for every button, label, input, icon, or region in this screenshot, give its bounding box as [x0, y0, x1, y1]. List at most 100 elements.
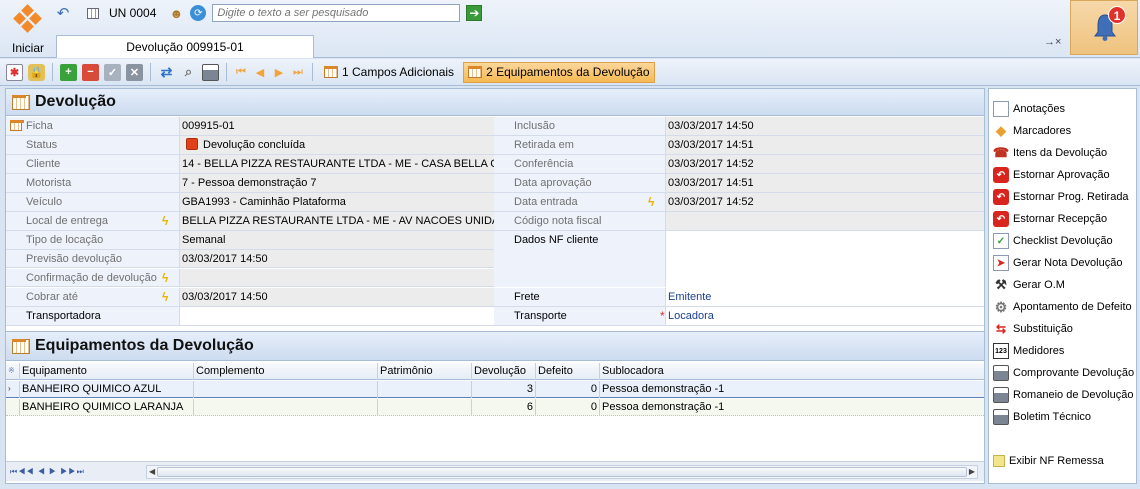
- field-data-entrada[interactable]: 03/03/2017 14:52: [666, 193, 984, 211]
- lock-icon[interactable]: 🔒: [28, 63, 45, 81]
- cell-sublocadora[interactable]: Pessoa demonstração -1: [600, 381, 984, 398]
- field-motorista[interactable]: 7 - Pessoa demonstração 7: [180, 174, 494, 192]
- preview-icon[interactable]: ⌕: [180, 64, 197, 81]
- cell-complemento[interactable]: [194, 381, 378, 398]
- side-item-exibir-nf-remessa[interactable]: Exibir NF Remessa: [993, 451, 1104, 471]
- field-previsao-devolucao[interactable]: 03/03/2017 14:50: [180, 250, 494, 268]
- lightning-icon[interactable]: ϟ: [162, 271, 172, 285]
- table-row[interactable]: BANHEIRO QUIMICO LARANJA 6 0 Pessoa demo…: [6, 399, 984, 416]
- side-item-anotacoes[interactable]: Anotações: [993, 99, 1065, 119]
- side-item-estornar-prog-retirada[interactable]: ↶ Estornar Prog. Retirada: [993, 187, 1129, 207]
- cell-equipamento[interactable]: BANHEIRO QUIMICO AZUL: [20, 381, 194, 398]
- first-record-icon[interactable]: ⏮: [234, 65, 248, 79]
- side-item-itens-devolucao[interactable]: ☎ Itens da Devolução: [993, 143, 1107, 163]
- add-icon[interactable]: +: [60, 63, 77, 81]
- field-retirada[interactable]: 03/03/2017 14:51: [666, 136, 984, 154]
- field-ficha[interactable]: 009915-01: [180, 117, 494, 135]
- field-label-data-aprovacao: Data aprovação: [494, 174, 666, 192]
- tab-equipamentos-devolucao[interactable]: 2 Equipamentos da Devolução: [463, 61, 655, 83]
- side-item-estornar-recepcao[interactable]: ↶ Estornar Recepção: [993, 209, 1107, 229]
- unit-label[interactable]: UN 0004: [109, 6, 156, 20]
- side-item-substituicao[interactable]: ⇆ Substituição: [993, 319, 1073, 339]
- side-item-marcadores[interactable]: ◆ Marcadores: [993, 121, 1071, 141]
- side-item-gerar-nota-devolucao[interactable]: ➤ Gerar Nota Devolução: [993, 253, 1122, 273]
- remove-icon[interactable]: −: [82, 63, 99, 81]
- field-conferencia[interactable]: 03/03/2017 14:52: [666, 155, 984, 173]
- grid-navigator[interactable]: ⏮◀◀ ◀ ▶ ▶▶⏭: [6, 467, 146, 477]
- search-go-button[interactable]: ➔: [466, 5, 483, 21]
- field-status[interactable]: Devolução concluída: [180, 136, 494, 154]
- field-confirmacao-devolucao[interactable]: [180, 269, 494, 287]
- field-label-tipo-locacao: Tipo de locação: [6, 231, 180, 249]
- cell-devolucao[interactable]: 6: [472, 399, 536, 416]
- grid-icon: [10, 120, 24, 131]
- field-transportadora[interactable]: [180, 307, 494, 325]
- side-item-comprovante-devolucao[interactable]: Comprovante Devolução: [993, 363, 1134, 383]
- last-record-icon[interactable]: ⏭: [291, 65, 305, 79]
- form-row: Local de entrega ϟ BELLA PIZZA RESTAURAN…: [6, 212, 984, 231]
- notes-icon: [993, 101, 1009, 117]
- scroll-right-icon[interactable]: ▶: [969, 466, 975, 478]
- toolbar-divider: [150, 63, 151, 81]
- grid-icon: [324, 66, 338, 78]
- tab-campos-adicionais[interactable]: 1 Campos Adicionais: [320, 62, 458, 83]
- next-record-icon[interactable]: ▶: [272, 65, 286, 79]
- table-row[interactable]: › BANHEIRO QUIMICO AZUL 3 0 Pessoa demon…: [6, 381, 984, 398]
- tab-close-icon[interactable]: →×: [1044, 36, 1061, 48]
- field-transporte[interactable]: Locadora: [666, 307, 984, 325]
- side-item-gerar-om[interactable]: ⚒ Gerar O.M: [993, 275, 1065, 295]
- side-item-checklist-devolucao[interactable]: ✓ Checklist Devolução: [993, 231, 1113, 251]
- column-header-complemento[interactable]: Complemento: [194, 363, 378, 380]
- column-header-defeito[interactable]: Defeito: [536, 363, 600, 380]
- cell-devolucao[interactable]: 3: [472, 381, 536, 398]
- confirm-icon[interactable]: ✓: [104, 63, 121, 81]
- column-header-sublocadora[interactable]: Sublocadora: [600, 363, 984, 380]
- grid-icon[interactable]: [85, 5, 101, 21]
- column-header-patrimonio[interactable]: Patrimônio: [378, 363, 472, 380]
- field-data-aprovacao[interactable]: 03/03/2017 14:51: [666, 174, 984, 192]
- field-cliente[interactable]: 14 - BELLA PIZZA RESTAURANTE LTDA - ME -…: [180, 155, 494, 173]
- lightning-icon[interactable]: ϟ: [648, 195, 658, 209]
- tab-equipamentos-label: 2 Equipamentos da Devolução: [486, 65, 650, 79]
- lightning-icon[interactable]: ϟ: [162, 214, 172, 228]
- users-icon[interactable]: ☻: [168, 5, 184, 21]
- horizontal-scrollbar[interactable]: ◀ ▶: [146, 464, 978, 479]
- side-item-romaneio-devolucao[interactable]: Romaneio de Devolução: [993, 385, 1133, 405]
- field-tipo-locacao[interactable]: Semanal: [180, 231, 494, 249]
- cell-equipamento[interactable]: BANHEIRO QUIMICO LARANJA: [20, 399, 194, 416]
- column-header-devolucao[interactable]: Devolução: [472, 363, 536, 380]
- start-button[interactable]: Iniciar: [6, 4, 50, 56]
- field-veiculo[interactable]: GBA1993 - Caminhão Plataforma: [180, 193, 494, 211]
- printer-icon: [993, 409, 1009, 425]
- cell-defeito[interactable]: 0: [536, 381, 600, 398]
- refresh-circle-icon[interactable]: ⟳: [190, 5, 207, 21]
- side-item-apontamento-defeito[interactable]: ⚙ Apontamento de Defeito: [993, 297, 1132, 317]
- refresh-icon[interactable]: ⇄: [158, 64, 175, 81]
- field-codigo-nf[interactable]: [666, 212, 984, 230]
- field-cobrar-ate[interactable]: 03/03/2017 14:50: [180, 288, 494, 306]
- new-record-icon[interactable]: ✱: [6, 63, 23, 81]
- prev-record-icon[interactable]: ◀: [253, 65, 267, 79]
- scroll-thumb[interactable]: [157, 466, 967, 477]
- search-input[interactable]: [212, 4, 461, 22]
- side-item-estornar-aprovacao[interactable]: ↶ Estornar Aprovação: [993, 165, 1110, 185]
- field-frete[interactable]: Emitente: [666, 288, 984, 306]
- undo-icon[interactable]: ↶: [55, 5, 71, 22]
- notifications-button[interactable]: 1: [1070, 0, 1138, 55]
- cell-defeito[interactable]: 0: [536, 399, 600, 416]
- cancel-icon[interactable]: ✕: [126, 63, 143, 81]
- cell-complemento[interactable]: [194, 399, 378, 416]
- invoice-icon: ➤: [993, 255, 1009, 271]
- cell-patrimonio[interactable]: [378, 399, 472, 416]
- scroll-left-icon[interactable]: ◀: [149, 466, 155, 478]
- lightning-icon[interactable]: ϟ: [162, 290, 172, 304]
- cell-sublocadora[interactable]: Pessoa demonstração -1: [600, 399, 984, 416]
- field-local-entrega[interactable]: BELLA PIZZA RESTAURANTE LTDA - ME - AV N…: [180, 212, 494, 230]
- cell-patrimonio[interactable]: [378, 381, 472, 398]
- side-item-boletim-tecnico[interactable]: Boletim Técnico: [993, 407, 1091, 427]
- column-header-equipamento[interactable]: Equipamento: [20, 363, 194, 380]
- field-inclusao[interactable]: 03/03/2017 14:50: [666, 117, 984, 135]
- print-icon[interactable]: [202, 63, 219, 81]
- tab-devolucao[interactable]: Devolução 009915-01: [56, 35, 314, 58]
- side-item-medidores[interactable]: 123 Medidores: [993, 341, 1064, 361]
